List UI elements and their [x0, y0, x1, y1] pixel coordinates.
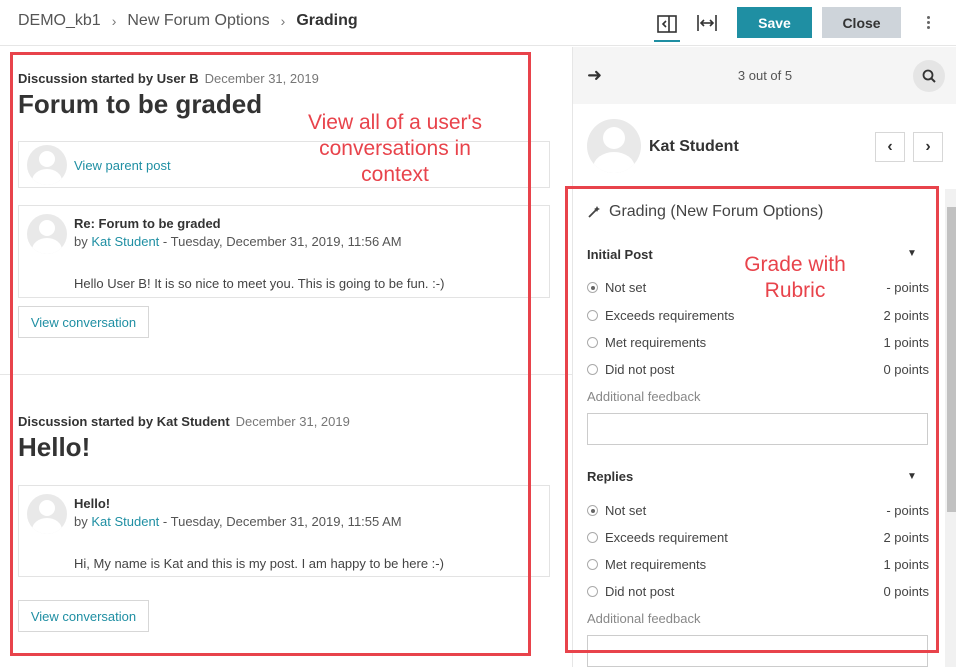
search-icon[interactable]: [913, 60, 945, 92]
expand-width-icon[interactable]: [694, 10, 720, 36]
annotation-rubric-text: Grade with Rubric: [744, 253, 846, 302]
breadcrumb-course[interactable]: DEMO_kb1: [18, 12, 101, 30]
breadcrumb-forum[interactable]: New Forum Options: [127, 12, 269, 30]
avatar: [587, 119, 641, 173]
more-options-icon[interactable]: [920, 11, 936, 33]
collapse-grader-icon[interactable]: [654, 8, 680, 42]
user-name: Kat Student: [649, 138, 739, 155]
previous-user-button[interactable]: ‹: [875, 132, 905, 162]
chevron-right-icon: ›: [111, 13, 117, 29]
breadcrumb-current: Grading: [296, 12, 358, 29]
chevron-right-icon: ›: [280, 13, 286, 29]
scrollbar-thumb[interactable]: [947, 207, 956, 512]
save-button[interactable]: Save: [737, 7, 812, 38]
next-user-button[interactable]: ›: [913, 132, 943, 162]
user-count: 3 out of 5: [737, 68, 793, 83]
chevron-right-icon: ›: [925, 138, 931, 155]
user-navigation-bar: ➜ 3 out of 5: [573, 47, 956, 104]
close-button[interactable]: Close: [822, 7, 901, 38]
header: DEMO_kb1 › New Forum Options › Grading S…: [0, 0, 956, 46]
breadcrumb: DEMO_kb1 › New Forum Options › Grading: [18, 12, 358, 30]
annotation-conversations-text: View all of a user's conversations in co…: [307, 111, 483, 186]
chevron-left-icon: ‹: [887, 138, 893, 155]
